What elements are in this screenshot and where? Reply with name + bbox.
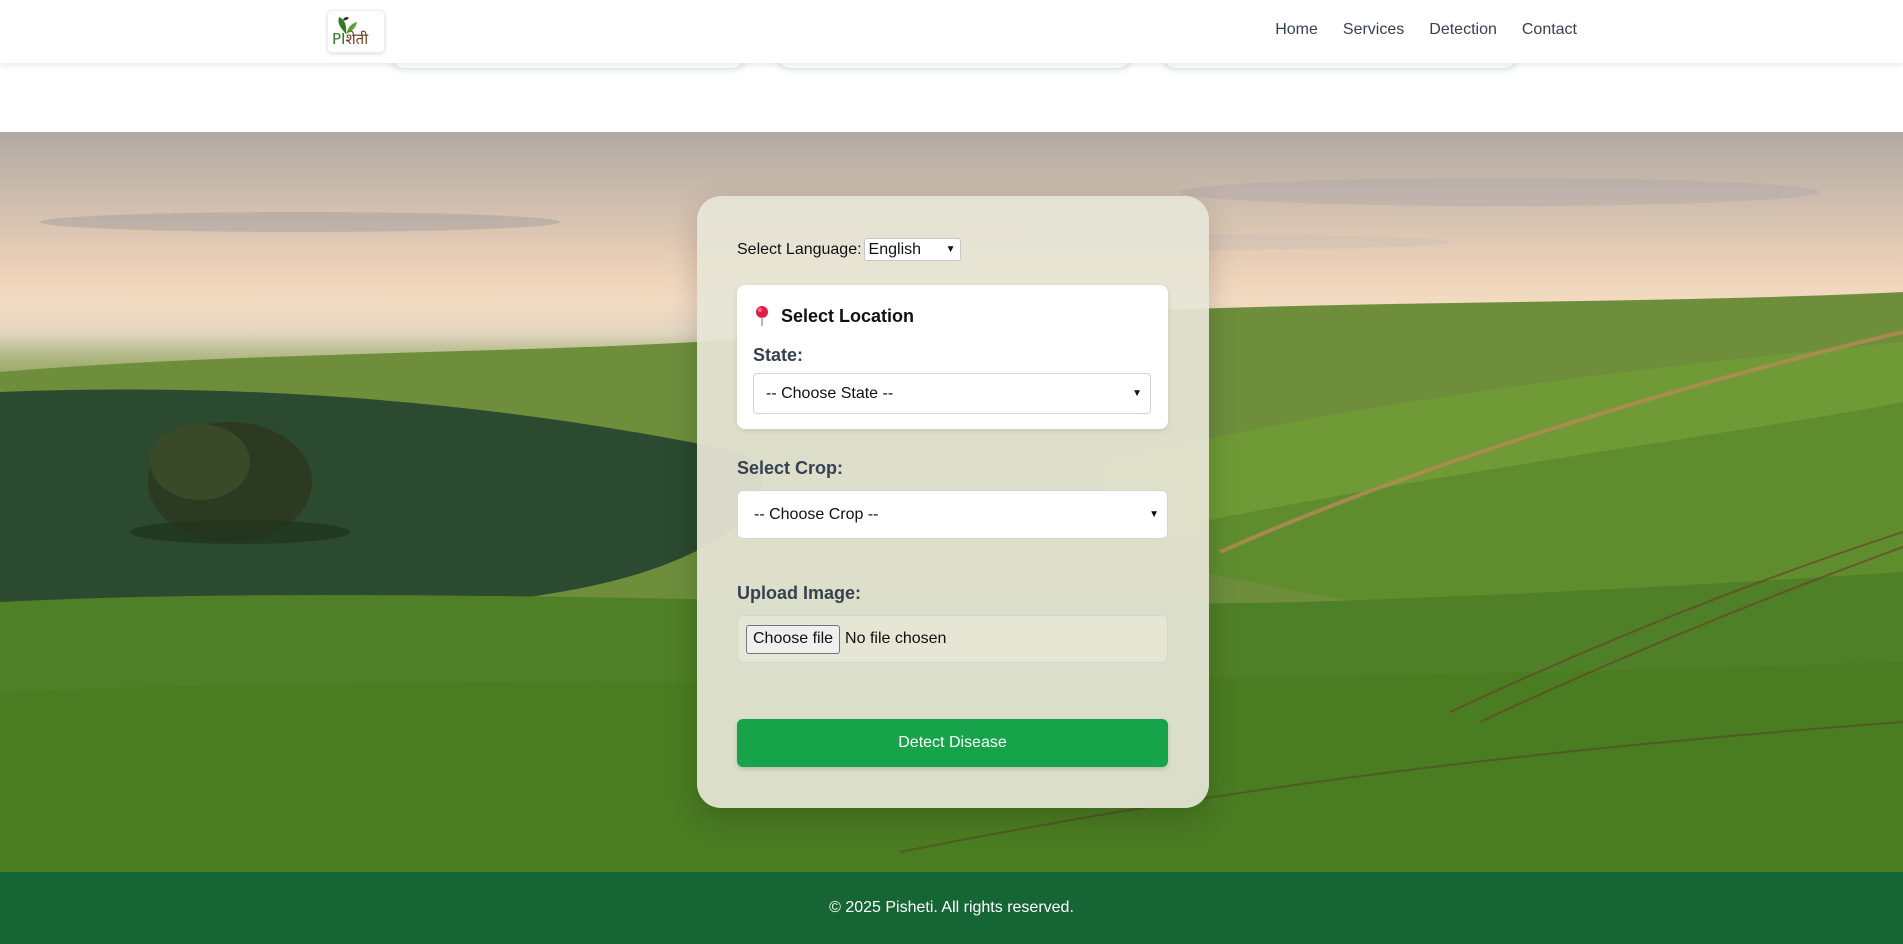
chevron-down-icon: ▼ [945,244,956,255]
location-title: Select Location [753,305,914,327]
hero-background: Select Language: English ▼ Select Locati… [0,132,1903,872]
chevron-down-icon: ▼ [1149,509,1159,520]
detect-disease-button[interactable]: Detect Disease [737,719,1168,767]
nav-contact[interactable]: Contact [1522,21,1577,39]
choose-file-button[interactable]: Choose file [746,624,841,654]
nav-detection[interactable]: Detection [1429,21,1497,39]
language-selected: English [868,240,922,258]
nav-home[interactable]: Home [1275,21,1318,39]
main-nav: Home Services Detection Contact [1275,21,1577,39]
crop-selected: -- Choose Crop -- [754,505,879,523]
location-panel: Select Location State: -- Choose State -… [737,285,1168,429]
language-select[interactable]: English ▼ [863,238,961,261]
location-title-text: Select Location [781,305,915,326]
logo-text: PIशेती [332,30,369,48]
chevron-down-icon: ▼ [1132,388,1142,399]
state-label: State: [753,345,804,365]
state-selected: -- Choose State -- [766,384,894,402]
language-row: Select Language: English ▼ [737,238,961,261]
state-select[interactable]: -- Choose State -- ▼ [753,373,1151,414]
file-status: No file chosen [845,630,947,647]
pin-icon [756,306,768,326]
site-header: PIशेती Home Services Detection Contact [0,0,1903,63]
crop-label: Select Crop: [737,458,844,478]
site-footer: © 2025 Pisheti. All rights reserved. [0,872,1903,944]
crop-select[interactable]: -- Choose Crop -- ▼ [737,490,1168,539]
site-logo[interactable]: PIशेती [327,10,385,53]
language-label: Select Language: [737,240,862,258]
upload-label: Upload Image: [737,583,862,603]
detection-form-card: Select Language: English ▼ Select Locati… [697,196,1209,808]
nav-services[interactable]: Services [1343,21,1404,39]
footer-copyright: © 2025 Pisheti. All rights reserved. [829,899,1074,916]
image-upload-input[interactable]: Choose file No file chosen [737,615,1168,663]
